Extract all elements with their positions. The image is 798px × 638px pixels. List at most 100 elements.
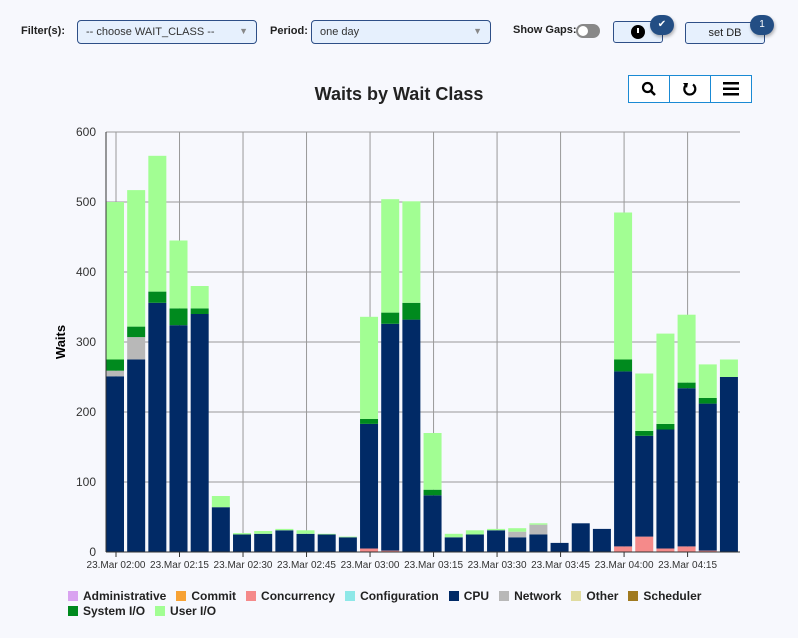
bar-user-i-o-02:40[interactable] xyxy=(275,528,294,531)
bar-cpu-04:25[interactable] xyxy=(719,377,738,552)
bar-user-i-o-02:45[interactable] xyxy=(296,530,315,534)
legend-swatch xyxy=(155,606,166,616)
bar-cpu-04:10[interactable] xyxy=(656,429,675,549)
bar-system-i-o-04:00[interactable] xyxy=(614,359,633,372)
bar-cpu-02:20[interactable] xyxy=(190,314,209,552)
bar-cpu-04:15[interactable] xyxy=(677,388,696,547)
legend-label: Other xyxy=(586,588,619,603)
bar-cpu-03:20[interactable] xyxy=(444,537,463,552)
legend-item[interactable]: User I/O xyxy=(155,604,216,619)
bar-user-i-o-02:55[interactable] xyxy=(338,536,357,538)
bar-cpu-02:35[interactable] xyxy=(254,533,273,552)
legend-item[interactable]: Administrative xyxy=(68,588,166,603)
bar-cpu-03:35[interactable] xyxy=(508,537,527,552)
bar-user-i-o-04:20[interactable] xyxy=(698,364,717,398)
bar-cpu-02:40[interactable] xyxy=(275,530,294,552)
bar-cpu-02:55[interactable] xyxy=(338,537,357,552)
bar-system-i-o-04:15[interactable] xyxy=(677,382,696,389)
bar-system-i-o-04:05[interactable] xyxy=(635,430,654,436)
bar-network-02:05[interactable] xyxy=(127,337,146,360)
bar-cpu-02:50[interactable] xyxy=(317,534,336,553)
bar-user-i-o-02:35[interactable] xyxy=(254,531,273,534)
bar-cpu-03:45[interactable] xyxy=(550,542,569,552)
y-tick-label: 100 xyxy=(76,475,96,489)
bar-user-i-o-02:00[interactable] xyxy=(106,202,124,360)
bar-network-03:40[interactable] xyxy=(529,524,548,535)
bar-user-i-o-02:10[interactable] xyxy=(148,155,167,292)
bar-user-i-o-03:00[interactable] xyxy=(360,316,379,419)
bar-cpu-03:50[interactable] xyxy=(571,523,590,552)
bar-cpu-02:45[interactable] xyxy=(296,533,315,552)
bar-cpu-02:15[interactable] xyxy=(169,325,188,552)
bar-concurrency-04:15[interactable] xyxy=(677,546,696,552)
bar-user-i-o-04:00[interactable] xyxy=(614,212,633,360)
legend-item[interactable]: Commit xyxy=(176,588,236,603)
bar-cpu-02:30[interactable] xyxy=(233,534,252,553)
bar-cpu-03:15[interactable] xyxy=(423,495,442,552)
legend-item[interactable]: Concurrency xyxy=(246,588,335,603)
legend-item[interactable]: CPU xyxy=(448,588,490,603)
bar-system-i-o-02:20[interactable] xyxy=(190,308,209,314)
bar-system-i-o-03:00[interactable] xyxy=(360,419,379,424)
bar-concurrency-04:00[interactable] xyxy=(614,546,633,552)
bar-cpu-03:10[interactable] xyxy=(402,319,421,552)
legend-label: CPU xyxy=(463,588,490,603)
bar-network-03:35[interactable] xyxy=(508,531,527,538)
bar-user-i-o-02:30[interactable] xyxy=(233,533,252,535)
bar-user-i-o-03:20[interactable] xyxy=(444,533,463,538)
bar-user-i-o-04:05[interactable] xyxy=(635,373,654,431)
bar-user-i-o-03:05[interactable] xyxy=(381,199,400,313)
bar-user-i-o-02:15[interactable] xyxy=(169,240,188,309)
bar-cpu-03:25[interactable] xyxy=(465,534,484,553)
bar-cpu-03:05[interactable] xyxy=(381,323,400,551)
bar-cpu-02:25[interactable] xyxy=(211,507,230,552)
bar-cpu-02:05[interactable] xyxy=(127,359,146,553)
bar-cpu-04:20[interactable] xyxy=(698,403,717,551)
legend-item[interactable]: Network xyxy=(499,588,561,603)
legend-item[interactable]: Scheduler xyxy=(628,588,701,603)
bar-network-02:00[interactable] xyxy=(106,370,124,377)
x-tick-label: 23.Mar 04:00 xyxy=(595,560,654,571)
bar-cpu-03:40[interactable] xyxy=(529,534,548,553)
bar-user-i-o-04:15[interactable] xyxy=(677,314,696,383)
bar-cpu-03:55[interactable] xyxy=(592,528,611,552)
bar-system-i-o-02:05[interactable] xyxy=(127,326,146,338)
legend-label: Administrative xyxy=(83,588,167,603)
bar-cpu-02:10[interactable] xyxy=(148,302,167,552)
bar-user-i-o-03:10[interactable] xyxy=(402,201,421,303)
bar-system-i-o-03:05[interactable] xyxy=(381,312,400,324)
bar-user-i-o-02:05[interactable] xyxy=(127,190,146,327)
bar-concurrency-04:10[interactable] xyxy=(656,548,675,553)
bar-user-i-o-03:40[interactable] xyxy=(529,523,548,525)
bar-system-i-o-02:15[interactable] xyxy=(169,308,188,326)
bar-system-i-o-02:10[interactable] xyxy=(148,291,167,303)
bar-user-i-o-03:15[interactable] xyxy=(423,433,442,490)
chart-plot: 0 100 200 300 400 500 600 23.Mar 02:00 23.Mar 02… xyxy=(53,125,740,571)
bar-cpu-04:00[interactable] xyxy=(614,371,633,547)
bar-user-i-o-04:10[interactable] xyxy=(656,333,675,424)
bar-system-i-o-02:00[interactable] xyxy=(106,359,124,371)
bar-user-i-o-03:35[interactable] xyxy=(508,528,527,532)
bar-concurrency-03:00[interactable] xyxy=(360,548,379,553)
bar-system-i-o-03:10[interactable] xyxy=(402,302,421,320)
bar-system-i-o-04:10[interactable] xyxy=(656,423,675,430)
bar-concurrency-04:05[interactable] xyxy=(635,536,654,552)
bar-system-i-o-04:20[interactable] xyxy=(698,398,717,404)
bar-user-i-o-04:25[interactable] xyxy=(719,359,738,378)
legend-item[interactable]: System I/O xyxy=(68,604,145,619)
bar-user-i-o-03:30[interactable] xyxy=(487,528,506,531)
bar-system-i-o-03:15[interactable] xyxy=(423,489,442,496)
x-tick-label: 23.Mar 03:45 xyxy=(531,560,590,571)
y-tick-label: 0 xyxy=(89,545,96,559)
bar-cpu-03:30[interactable] xyxy=(487,530,506,552)
legend-item[interactable]: Configuration xyxy=(345,588,439,603)
bar-cpu-03:00[interactable] xyxy=(360,423,379,549)
bar-cpu-04:05[interactable] xyxy=(635,435,654,537)
bar-user-i-o-03:25[interactable] xyxy=(465,530,484,535)
bar-user-i-o-02:25[interactable] xyxy=(211,496,230,508)
bar-user-i-o-02:20[interactable] xyxy=(190,286,209,309)
y-axis-label: Waits xyxy=(53,325,68,359)
legend-item[interactable]: Other xyxy=(571,588,618,603)
bar-cpu-02:00[interactable] xyxy=(106,376,124,552)
bar-user-i-o-02:50[interactable] xyxy=(317,533,336,535)
